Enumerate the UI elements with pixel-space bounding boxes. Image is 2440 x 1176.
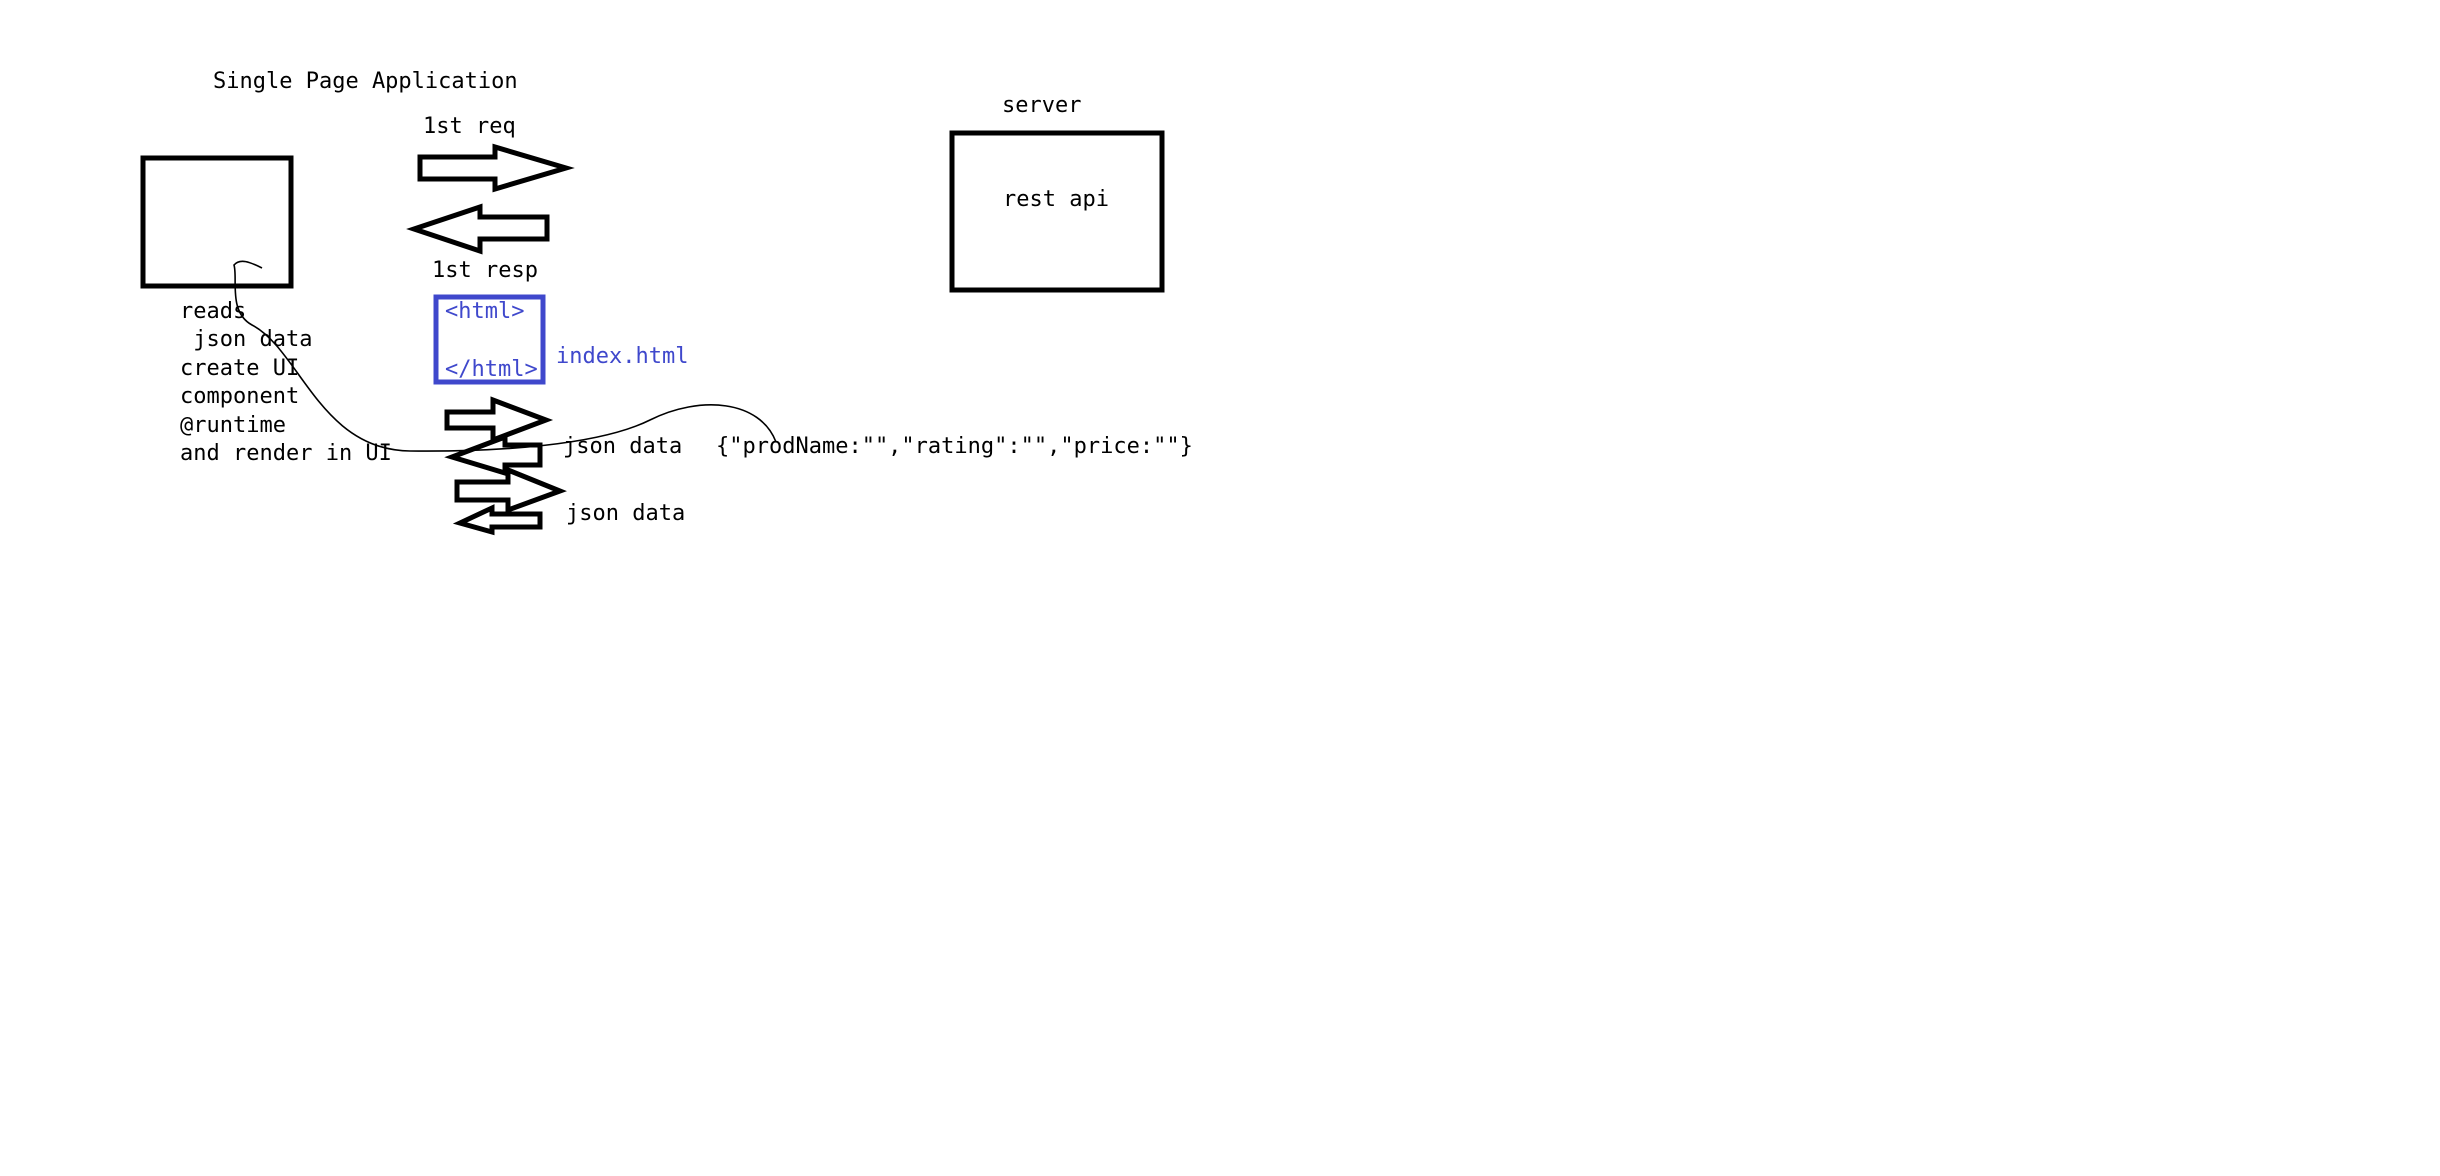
server-box-text: rest api — [1003, 187, 1109, 212]
response-arrow — [406, 203, 550, 255]
json-response-arrow-1 — [444, 433, 543, 477]
json-request-arrow-1 — [444, 396, 554, 444]
diagram-title: Single Page Application — [213, 69, 518, 94]
diagram-canvas: Single Page Application server rest api … — [140, 69, 1193, 536]
client-box — [140, 155, 294, 289]
json-label-1: json data — [563, 434, 682, 459]
first-request-label: 1st req — [423, 114, 516, 139]
request-arrow — [417, 143, 575, 193]
json-sample: {"prodName:"","rating":"","price:""} — [716, 434, 1193, 459]
server-label: server — [1002, 93, 1081, 118]
client-note-5: @runtime — [180, 413, 286, 438]
client-note-2: json data — [180, 327, 312, 352]
html-open-tag: <html> — [445, 299, 524, 324]
index-file-label: index.html — [556, 344, 688, 369]
json-response-arrow-2 — [452, 504, 543, 536]
client-note-6: and render in UI — [180, 441, 392, 466]
first-response-label: 1st resp — [432, 258, 538, 283]
client-note-3: create UI — [180, 356, 299, 381]
json-label-2: json data — [566, 501, 685, 526]
html-close-tag: </html> — [445, 357, 538, 382]
json-request-arrow-2 — [454, 466, 567, 514]
client-note-4: component — [180, 384, 299, 409]
